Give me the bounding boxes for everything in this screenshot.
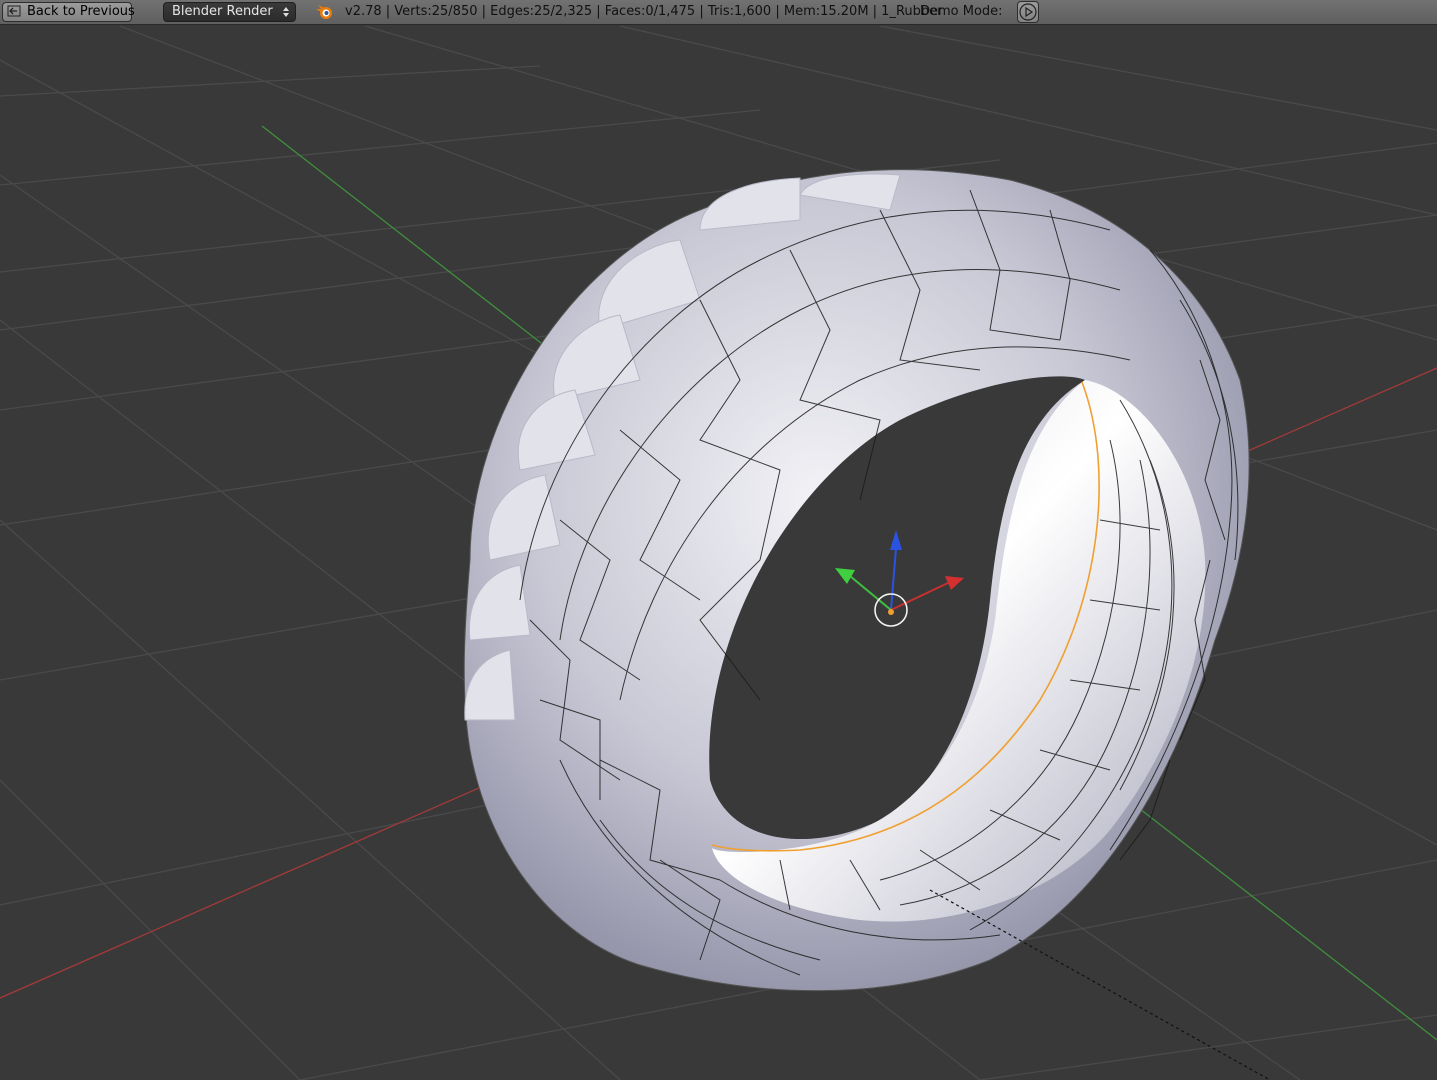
demo-play-button[interactable]: [1017, 1, 1039, 23]
tire-mesh[interactable]: [463, 169, 1250, 992]
viewport-canvas[interactable]: [0, 26, 1437, 1080]
scene-statistics: v2.78 | Verts:25/850 | Edges:25/2,325 | …: [345, 4, 943, 19]
3d-viewport[interactable]: [0, 26, 1437, 1080]
back-to-previous-button[interactable]: Back to Previous: [2, 2, 135, 22]
blender-logo-icon: [316, 5, 332, 19]
render-engine-value: Blender Render: [172, 4, 273, 19]
up-down-arrows-icon: [283, 7, 289, 17]
demo-mode-label: Demo Mode:: [920, 4, 1003, 19]
play-icon: [1019, 3, 1037, 21]
back-button-label: Back to Previous: [27, 4, 135, 19]
render-engine-dropdown[interactable]: Blender Render: [163, 2, 296, 22]
info-header: Back to Previous Blender Render v2.78 | …: [0, 0, 1437, 25]
back-arrow-icon: [7, 5, 21, 17]
